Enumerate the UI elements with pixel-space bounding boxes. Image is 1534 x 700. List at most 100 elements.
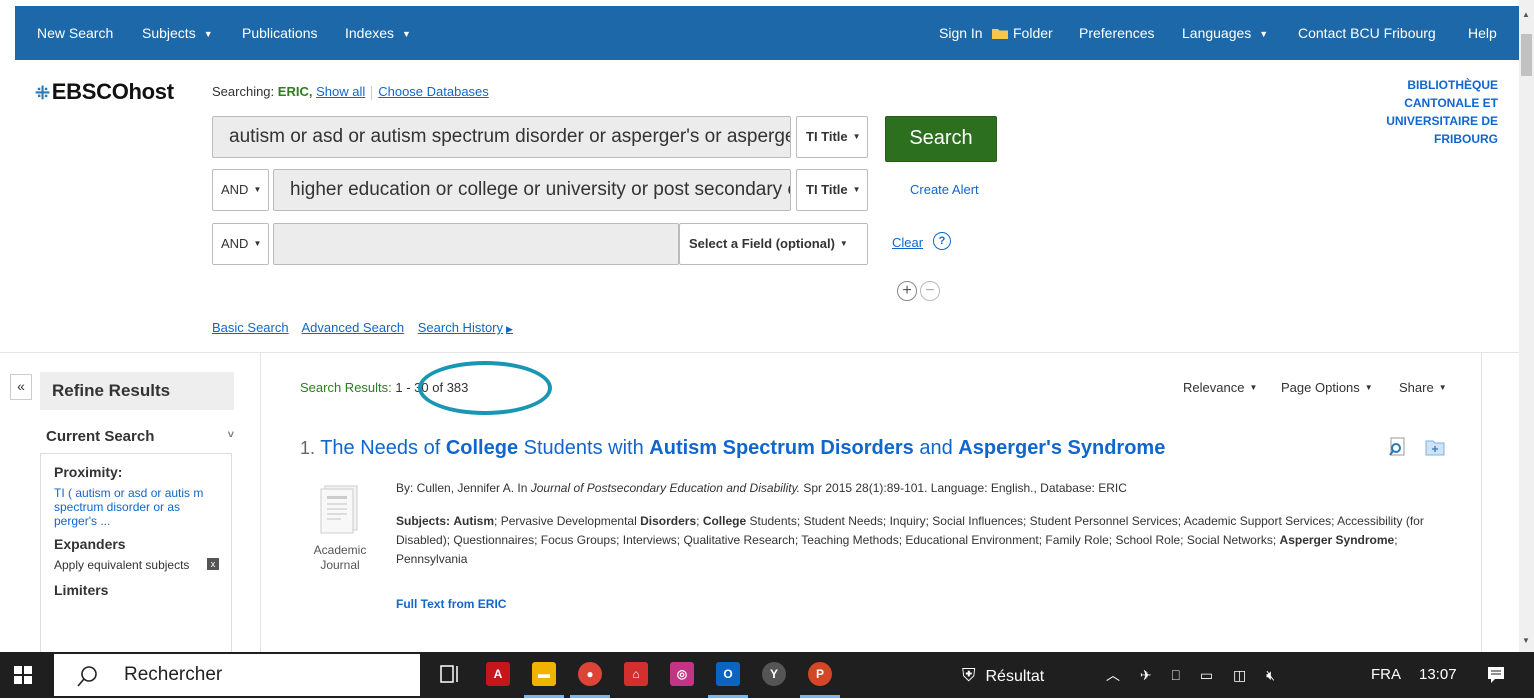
title-part-bold: Autism Spectrum Disorders: [649, 437, 914, 459]
remove-expander-icon[interactable]: x: [207, 558, 219, 570]
windows-start-icon[interactable]: [0, 652, 46, 698]
nav-publications[interactable]: Publications: [242, 6, 318, 60]
nav-contact[interactable]: Contact BCU Fribourg: [1298, 6, 1436, 60]
search-icon: [77, 666, 97, 687]
add-to-folder-icon[interactable]: [1425, 437, 1445, 457]
search-button[interactable]: Search: [885, 116, 997, 162]
battery-icon[interactable]: ▭: [1200, 667, 1213, 683]
help-icon[interactable]: ?: [933, 232, 951, 250]
search-input-row3[interactable]: [273, 223, 679, 265]
collapse-panel-button[interactable]: «: [10, 374, 32, 400]
share-label: Share: [1399, 380, 1434, 395]
nav-preferences[interactable]: Preferences: [1079, 6, 1154, 60]
subject-term: Autism: [453, 514, 495, 528]
byline-author: By: Cullen, Jennifer A. In: [396, 481, 531, 495]
tray-app-icon[interactable]: ✈: [1140, 667, 1152, 683]
field-select-row1[interactable]: TI Title ▼: [796, 116, 868, 158]
create-alert-link[interactable]: Create Alert: [910, 182, 979, 197]
proximity-title: Proximity:: [54, 464, 123, 480]
boolean-select-row2[interactable]: AND ▼: [212, 169, 269, 211]
proximity-query-link[interactable]: TI ( autism or asd or autis m spectrum d…: [54, 486, 222, 528]
basic-search-link[interactable]: Basic Search: [212, 320, 289, 335]
subject-text: ; Pervasive Developmental: [494, 514, 641, 528]
sort-label: Relevance: [1183, 380, 1245, 395]
field-select-row3[interactable]: Select a Field (optional) ▼: [679, 223, 868, 265]
clear-link[interactable]: Clear: [892, 235, 923, 250]
show-all-link[interactable]: Show all: [316, 84, 365, 99]
notifications-icon[interactable]: [1486, 665, 1506, 685]
chrome-icon[interactable]: ●: [578, 662, 602, 686]
ebscohost-logo[interactable]: ⁜EBSCOhost: [35, 79, 174, 105]
taskbar-search-box[interactable]: Rechercher: [54, 654, 420, 696]
nav-indexes[interactable]: Indexes ▼: [345, 6, 411, 60]
nav-help[interactable]: Help: [1468, 6, 1497, 60]
result-number: 1.: [300, 438, 316, 458]
search-mode-links: Basic Search Advanced Search Search Hist…: [212, 320, 523, 335]
share-dropdown[interactable]: Share ▼: [1399, 380, 1447, 395]
nav-folder-label: Folder: [1013, 25, 1053, 41]
sort-relevance-dropdown[interactable]: Relevance ▼: [1183, 380, 1257, 395]
expander-apply-equivalent: Apply equivalent subjects x: [54, 558, 219, 572]
search-history-label: Search History: [417, 320, 503, 335]
subject-term: Disorders: [640, 514, 697, 528]
search-history-link[interactable]: Search History ▶: [418, 320, 513, 335]
field-select-row1-label: TI Title: [806, 129, 848, 144]
language-indicator[interactable]: FRA: [1371, 652, 1401, 698]
outlook-icon[interactable]: O: [716, 662, 740, 686]
nav-folder[interactable]: Folder: [992, 6, 1053, 60]
journal-name[interactable]: Journal of Postsecondary Education and D…: [531, 481, 800, 495]
acrobat-icon[interactable]: A: [486, 662, 510, 686]
nav-subjects[interactable]: Subjects ▼: [142, 6, 213, 60]
search-input-row2[interactable]: higher education or college or universit…: [273, 169, 791, 211]
boolean-row2-label: AND: [221, 182, 249, 197]
caret-down-icon: ▼: [852, 132, 861, 141]
add-row-icon[interactable]: +: [897, 281, 917, 301]
annotation-circle: [418, 361, 552, 415]
caret-down-icon: ▼: [1259, 29, 1269, 39]
powerpoint-icon[interactable]: P: [808, 662, 832, 686]
app-icon[interactable]: Y: [762, 662, 786, 686]
title-part: Students with: [518, 437, 650, 459]
institution-name[interactable]: BIBLIOTHÈQUE CANTONALE ET UNIVERSITAIRE …: [1340, 76, 1498, 146]
limiters-title: Limiters: [54, 582, 109, 598]
nav-languages[interactable]: Languages ▼: [1182, 6, 1268, 60]
searching-label: Searching:: [212, 84, 275, 99]
result-byline: By: Cullen, Jennifer A. In Journal of Po…: [396, 481, 1127, 495]
show-hidden-icons-icon[interactable]: ︿: [1106, 667, 1120, 683]
nav-sign-in[interactable]: Sign In: [939, 6, 983, 60]
boolean-select-row3[interactable]: AND ▼: [212, 223, 269, 265]
caret-down-icon: ▼: [852, 185, 861, 194]
file-explorer-icon[interactable]: ▬: [532, 662, 556, 686]
nav-new-search[interactable]: New Search: [37, 6, 113, 60]
nav-indexes-label: Indexes: [345, 25, 395, 41]
full-text-link[interactable]: Full Text from ERIC: [396, 597, 506, 611]
choose-databases-link[interactable]: Choose Databases: [378, 84, 489, 99]
field-select-row2[interactable]: TI Title ▼: [796, 169, 868, 211]
result-title-link[interactable]: 1. The Needs of College Students with Au…: [300, 437, 1165, 460]
citation-details: Spr 2015 28(1):89-101. Language: English…: [800, 481, 1127, 495]
clock[interactable]: 13:07: [1419, 652, 1457, 698]
refine-results-heading: Refine Results: [40, 372, 234, 410]
taskbar-active-app[interactable]: ⛨ Résultat: [962, 652, 1044, 698]
preview-magnifier-icon[interactable]: [1388, 437, 1408, 457]
page-options-dropdown[interactable]: Page Options ▼: [1281, 380, 1373, 395]
remove-row-icon[interactable]: −: [920, 281, 940, 301]
task-view-icon[interactable]: [438, 662, 462, 686]
database-name: ERIC,: [277, 84, 313, 99]
search-input-row1[interactable]: autism or asd or autism spectrum disorde…: [212, 116, 791, 158]
scrollbar-thumb[interactable]: [1521, 34, 1532, 76]
expanders-title: Expanders: [54, 536, 126, 552]
page-scrollbar[interactable]: ▲ ▼: [1519, 0, 1534, 652]
network-icon[interactable]: ◫: [1233, 667, 1246, 683]
scroll-down-icon[interactable]: ▼: [1522, 636, 1530, 645]
advanced-search-link[interactable]: Advanced Search: [302, 320, 405, 335]
volume-muted-icon[interactable]: 🔇︎: [1266, 667, 1275, 683]
instagram-icon[interactable]: ◎: [670, 662, 694, 686]
subject-term: Asperger Syndrome: [1279, 533, 1395, 547]
caret-down-icon: ▼: [402, 29, 411, 39]
app-icon[interactable]: ⌂: [624, 662, 648, 686]
tray-icon[interactable]: ⎕: [1172, 667, 1180, 683]
scroll-up-icon[interactable]: ▲: [1522, 10, 1530, 19]
current-search-toggle[interactable]: Current Search ˅: [40, 420, 234, 454]
caret-down-icon: ▼: [839, 239, 848, 248]
